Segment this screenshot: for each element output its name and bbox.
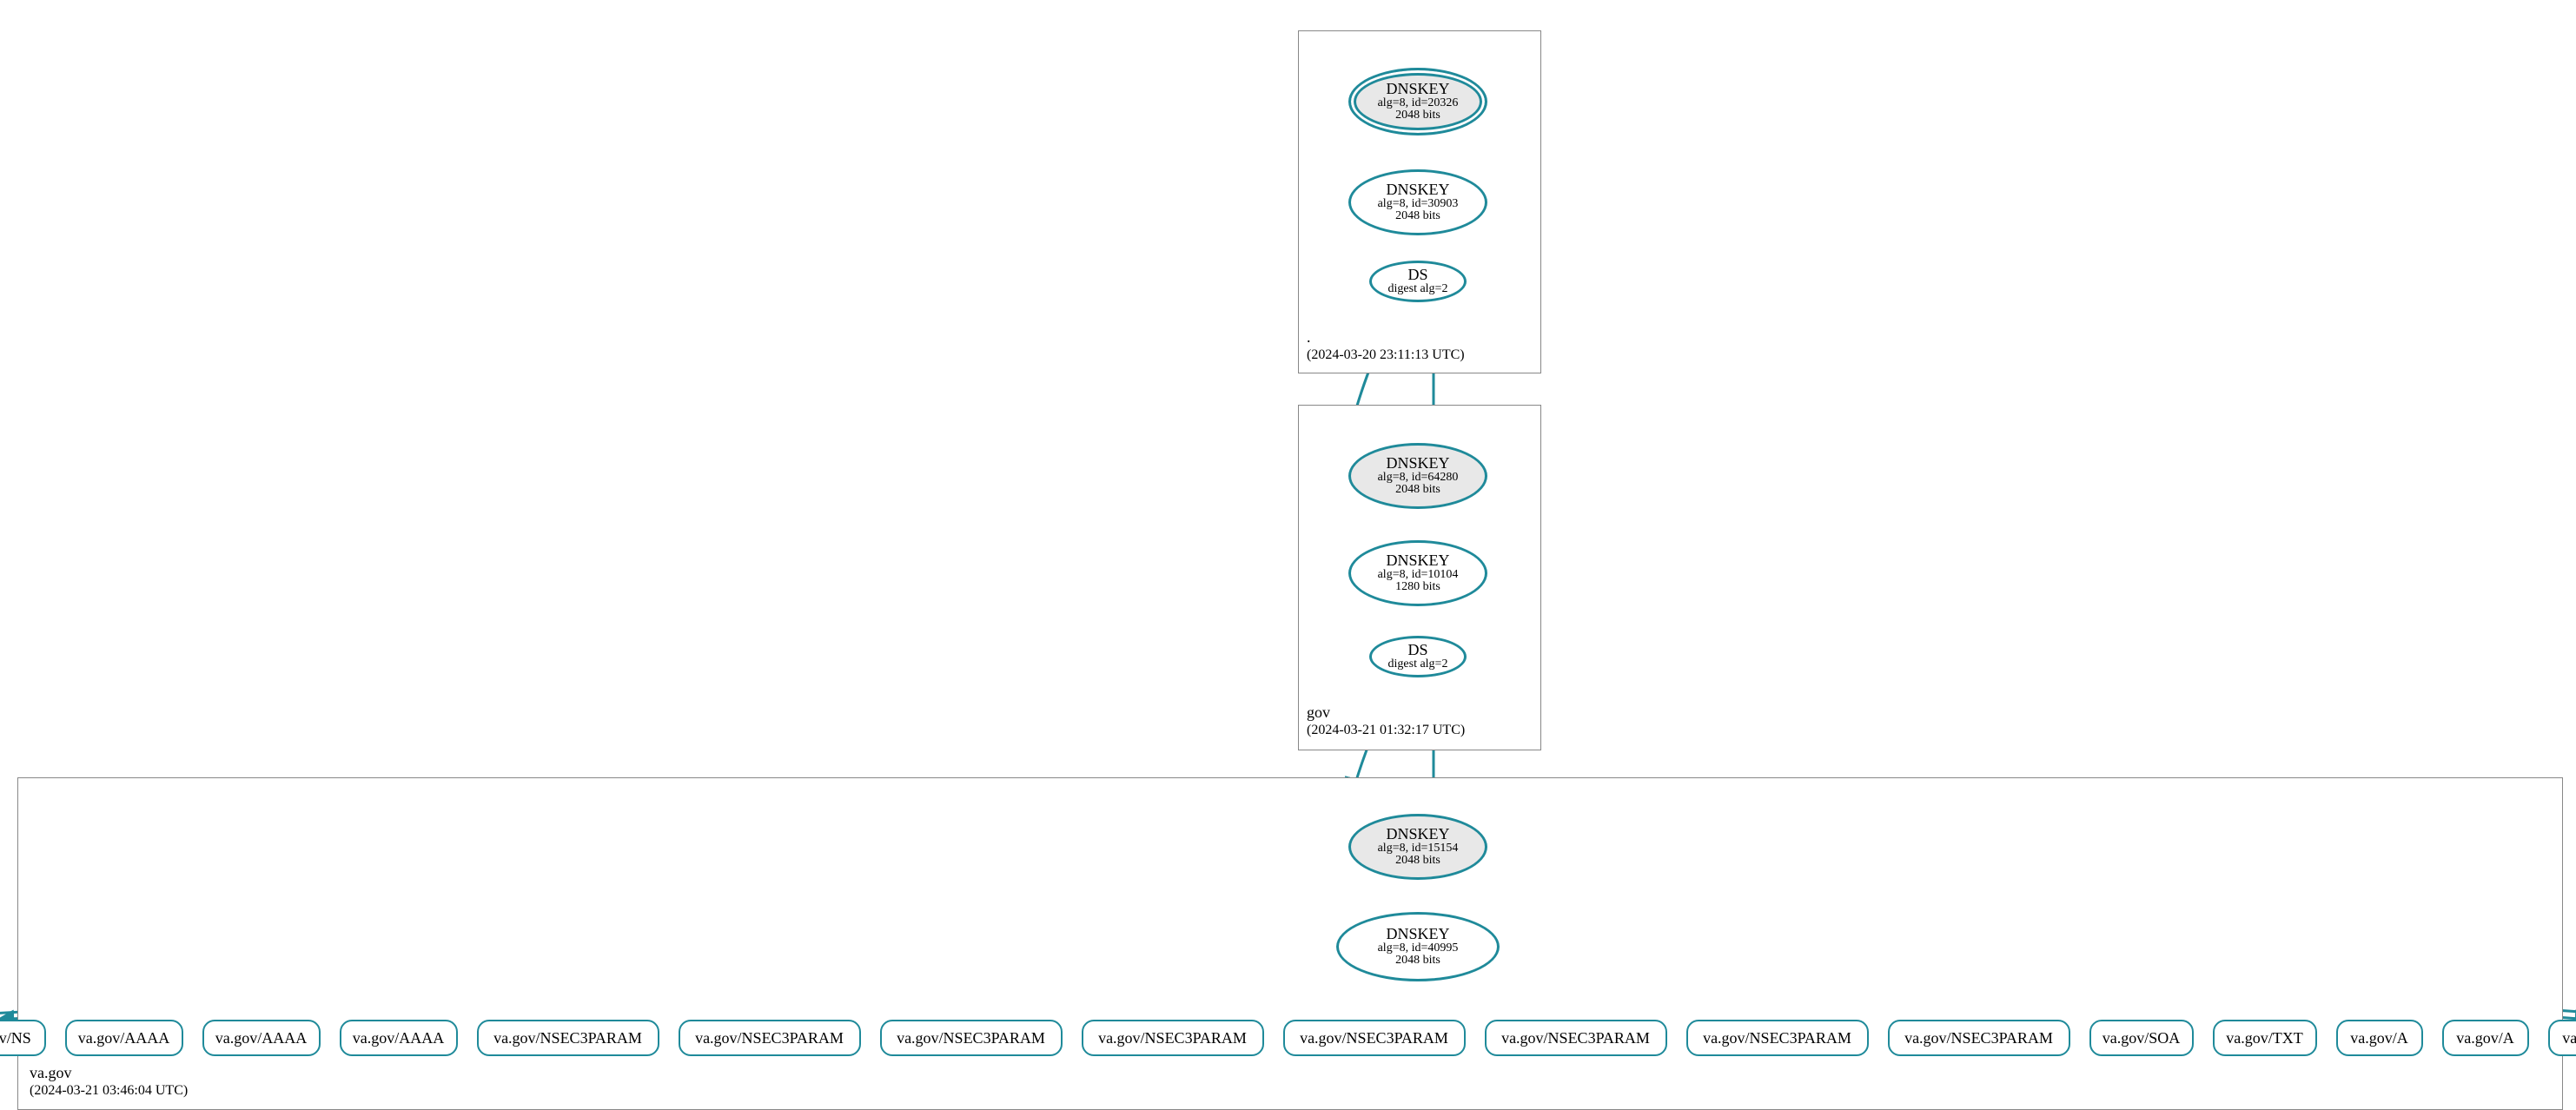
- rrset-label: va.gov/A: [2456, 1030, 2514, 1047]
- rrset-box: va.gov/A: [2442, 1020, 2529, 1056]
- node-gov-ds: DS digest alg=2: [1369, 636, 1467, 677]
- node-title: DNSKEY: [1386, 182, 1449, 198]
- node-detail: alg=8, id=10104: [1378, 569, 1459, 582]
- rrset-box: va.gov/TXT: [2213, 1020, 2317, 1056]
- rrset-box: va.gov/NSEC3PARAM: [477, 1020, 659, 1056]
- node-vagov-ksk-dnskey: DNSKEY alg=8, id=15154 2048 bits: [1348, 814, 1487, 880]
- rrset-label: va.gov/NSEC3PARAM: [897, 1030, 1045, 1047]
- node-detail: 1280 bits: [1395, 581, 1440, 594]
- rrset-box: va.gov/AAAA: [202, 1020, 321, 1056]
- zone-vagov-name: va.gov: [30, 1064, 72, 1082]
- zone-vagov-box: [17, 777, 2563, 1110]
- rrset-box: va.gov/NSEC3PARAM: [1283, 1020, 1466, 1056]
- node-detail: 2048 bits: [1395, 210, 1440, 223]
- node-detail: alg=8, id=64280: [1378, 472, 1459, 485]
- node-vagov-zsk-dnskey: DNSKEY alg=8, id=40995 2048 bits: [1336, 912, 1500, 981]
- node-title: DNSKEY: [1386, 552, 1449, 569]
- rrset-label: va.gov/NS: [0, 1030, 31, 1047]
- rrset-box: va.gov/NSEC3PARAM: [679, 1020, 861, 1056]
- rrset-label: va.gov/NSEC3PARAM: [1501, 1030, 1650, 1047]
- rrset-label: va.gov/NSEC3PARAM: [695, 1030, 844, 1047]
- node-detail: 2048 bits: [1395, 855, 1440, 868]
- node-title: DNSKEY: [1386, 455, 1449, 472]
- rrset-box: va.gov/NSEC3PARAM: [1686, 1020, 1869, 1056]
- node-detail: alg=8, id=40995: [1378, 942, 1459, 955]
- node-title: DNSKEY: [1386, 826, 1449, 842]
- node-detail: 2048 bits: [1395, 955, 1440, 968]
- rrset-box: va.gov/NSEC3PARAM: [880, 1020, 1063, 1056]
- rrset-label: va.gov/NSEC3PARAM: [1703, 1030, 1851, 1047]
- node-title: DNSKEY: [1386, 81, 1449, 97]
- node-detail: alg=8, id=15154: [1378, 842, 1459, 856]
- node-detail: alg=8, id=20326: [1378, 97, 1459, 110]
- node-detail: 2048 bits: [1395, 109, 1440, 122]
- rrset-box: va.gov/SOA: [2089, 1020, 2194, 1056]
- rrset-label: va.gov/NSEC3PARAM: [1904, 1030, 2053, 1047]
- rrset-label: va.gov/AAAA: [78, 1030, 170, 1047]
- node-detail: digest alg=2: [1388, 283, 1448, 296]
- node-detail: 2048 bits: [1395, 484, 1440, 497]
- node-gov-zsk-dnskey: DNSKEY alg=8, id=10104 1280 bits: [1348, 540, 1487, 606]
- rrset-label: va.gov/NSEC3PARAM: [493, 1030, 642, 1047]
- zone-gov-name: gov: [1307, 704, 1330, 722]
- rrset-box: va.gov/NSEC3PARAM: [1082, 1020, 1264, 1056]
- zone-root-timestamp: (2024-03-20 23:11:13 UTC): [1307, 347, 1465, 363]
- node-root-zsk-dnskey: DNSKEY alg=8, id=30903 2048 bits: [1348, 169, 1487, 235]
- node-root-ds: DS digest alg=2: [1369, 261, 1467, 302]
- node-title: DS: [1407, 267, 1427, 283]
- rrset-box: va.gov/A: [2548, 1020, 2576, 1056]
- rrset-box: va.gov/NSEC3PARAM: [1888, 1020, 2070, 1056]
- node-root-ksk-dnskey: DNSKEY alg=8, id=20326 2048 bits: [1348, 68, 1487, 135]
- rrset-label: va.gov/AAAA: [353, 1030, 445, 1047]
- rrset-box: va.gov/NS: [0, 1020, 46, 1056]
- rrset-label: va.gov/NSEC3PARAM: [1300, 1030, 1448, 1047]
- rrset-label: va.gov/SOA: [2103, 1030, 2181, 1047]
- rrset-label: va.gov/TXT: [2226, 1030, 2302, 1047]
- node-gov-ksk-dnskey: DNSKEY alg=8, id=64280 2048 bits: [1348, 443, 1487, 509]
- node-title: DS: [1407, 642, 1427, 658]
- zone-gov-timestamp: (2024-03-21 01:32:17 UTC): [1307, 723, 1465, 738]
- zone-vagov-timestamp: (2024-03-21 03:46:04 UTC): [30, 1083, 188, 1099]
- rrset-label: va.gov/AAAA: [215, 1030, 308, 1047]
- rrset-box: va.gov/AAAA: [65, 1020, 183, 1056]
- node-detail: digest alg=2: [1388, 658, 1448, 671]
- rrset-box: va.gov/A: [2336, 1020, 2423, 1056]
- rrset-label: va.gov/A: [2562, 1030, 2576, 1047]
- node-detail: alg=8, id=30903: [1378, 198, 1459, 211]
- rrset-label: va.gov/NSEC3PARAM: [1098, 1030, 1247, 1047]
- rrset-box: va.gov/NSEC3PARAM: [1485, 1020, 1667, 1056]
- node-title: DNSKEY: [1386, 926, 1449, 942]
- rrset-box: va.gov/AAAA: [340, 1020, 458, 1056]
- zone-root-name: .: [1307, 328, 1311, 347]
- rrset-label: va.gov/A: [2350, 1030, 2408, 1047]
